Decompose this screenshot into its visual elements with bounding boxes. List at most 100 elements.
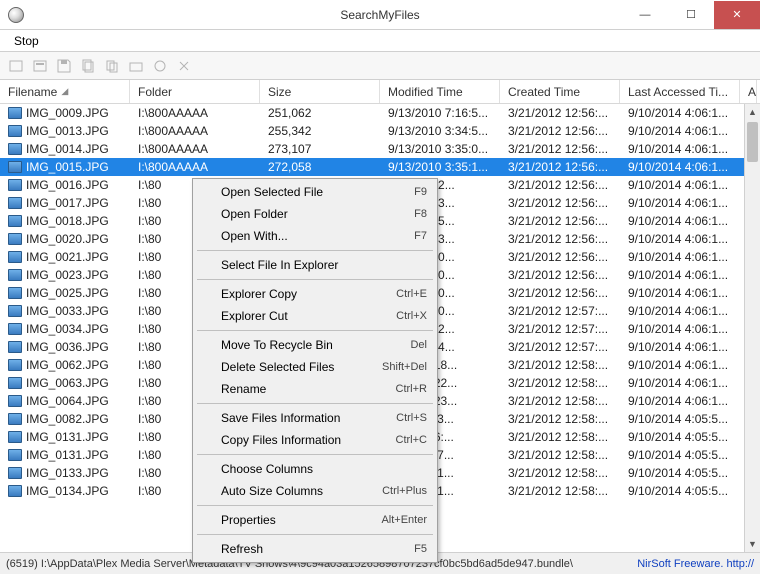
scroll-down-icon[interactable]: ▼: [745, 536, 760, 552]
cell-created: 3/21/2012 12:58:...: [500, 430, 620, 444]
context-menu-label: Move To Recycle Bin: [221, 338, 410, 352]
cell-filename: IMG_0021.JPG: [0, 250, 130, 264]
cell-filename: IMG_0034.JPG: [0, 322, 130, 336]
menu-stop[interactable]: Stop: [6, 32, 47, 50]
cell-created: 3/21/2012 12:58:...: [500, 484, 620, 498]
context-menu-shortcut: F8: [414, 208, 427, 220]
cell-filename: IMG_0131.JPG: [0, 430, 130, 444]
context-menu-shortcut: F7: [414, 230, 427, 242]
cell-filename: IMG_0025.JPG: [0, 286, 130, 300]
cell-accessed: 9/10/2014 4:06:1...: [620, 304, 740, 318]
close-button[interactable]: ✕: [714, 1, 760, 29]
file-icon: [8, 359, 22, 371]
context-menu-item[interactable]: Move To Recycle BinDel: [195, 334, 435, 356]
context-menu-item[interactable]: RefreshF5: [195, 538, 435, 560]
copy-icon[interactable]: [102, 56, 122, 76]
cell-accessed: 9/10/2014 4:06:1...: [620, 358, 740, 372]
file-icon: [8, 449, 22, 461]
context-menu-item[interactable]: Save Files InformationCtrl+S: [195, 407, 435, 429]
cell-created: 3/21/2012 12:58:...: [500, 412, 620, 426]
cell-accessed: 9/10/2014 4:05:5...: [620, 448, 740, 462]
cell-modified: 9/13/2010 3:35:0...: [380, 142, 500, 156]
cell-accessed: 9/10/2014 4:06:1...: [620, 394, 740, 408]
toolbar-btn-8[interactable]: [174, 56, 194, 76]
cell-created: 3/21/2012 12:58:...: [500, 394, 620, 408]
col-accessed[interactable]: Last Accessed Ti...: [620, 80, 740, 103]
toolbar-btn-6[interactable]: [126, 56, 146, 76]
context-menu-shortcut: F5: [414, 543, 427, 555]
context-menu-item[interactable]: Delete Selected FilesShift+Del: [195, 356, 435, 378]
toolbar-btn-4[interactable]: [78, 56, 98, 76]
cell-created: 3/21/2012 12:56:...: [500, 160, 620, 174]
context-menu-item[interactable]: Choose Columns: [195, 458, 435, 480]
cell-accessed: 9/10/2014 4:06:1...: [620, 322, 740, 336]
table-row[interactable]: IMG_0015.JPGI:\800AAAAA272,0589/13/2010 …: [0, 158, 760, 176]
cell-filename: IMG_0082.JPG: [0, 412, 130, 426]
col-filename[interactable]: Filename◢: [0, 80, 130, 103]
col-created[interactable]: Created Time: [500, 80, 620, 103]
context-menu-separator: [197, 505, 433, 506]
vertical-scrollbar[interactable]: ▲ ▼: [744, 104, 760, 552]
save-icon[interactable]: [54, 56, 74, 76]
context-menu-item[interactable]: Copy Files InformationCtrl+C: [195, 429, 435, 451]
col-extra[interactable]: A: [740, 80, 757, 103]
context-menu-item[interactable]: Explorer CopyCtrl+E: [195, 283, 435, 305]
toolbar-btn-7[interactable]: [150, 56, 170, 76]
cell-created: 3/21/2012 12:57:...: [500, 322, 620, 336]
context-menu-label: Open Selected File: [221, 185, 414, 199]
scroll-up-icon[interactable]: ▲: [745, 104, 760, 120]
cell-accessed: 9/10/2014 4:06:1...: [620, 178, 740, 192]
toolbar-btn-1[interactable]: [6, 56, 26, 76]
context-menu-item[interactable]: Open Selected FileF9: [195, 181, 435, 203]
cell-accessed: 9/10/2014 4:06:1...: [620, 214, 740, 228]
table-row[interactable]: IMG_0009.JPGI:\800AAAAA251,0629/13/2010 …: [0, 104, 760, 122]
cell-filename: IMG_0014.JPG: [0, 142, 130, 156]
cell-filename: IMG_0033.JPG: [0, 304, 130, 318]
context-menu-item[interactable]: Explorer CutCtrl+X: [195, 305, 435, 327]
cell-filename: IMG_0016.JPG: [0, 178, 130, 192]
minimize-button[interactable]: —: [622, 1, 668, 29]
cell-accessed: 9/10/2014 4:06:1...: [620, 286, 740, 300]
cell-filename: IMG_0015.JPG: [0, 160, 130, 174]
scroll-thumb[interactable]: [747, 122, 758, 162]
cell-filename: IMG_0036.JPG: [0, 340, 130, 354]
table-row[interactable]: IMG_0013.JPGI:\800AAAAA255,3429/13/2010 …: [0, 122, 760, 140]
context-menu-label: Copy Files Information: [221, 433, 396, 447]
cell-size: 251,062: [260, 106, 380, 120]
context-menu-item[interactable]: PropertiesAlt+Enter: [195, 509, 435, 531]
context-menu-item[interactable]: Open FolderF8: [195, 203, 435, 225]
file-icon: [8, 107, 22, 119]
cell-filename: IMG_0023.JPG: [0, 268, 130, 282]
file-icon: [8, 269, 22, 281]
cell-filename: IMG_0017.JPG: [0, 196, 130, 210]
context-menu-item[interactable]: Open With...F7: [195, 225, 435, 247]
cell-filename: IMG_0063.JPG: [0, 376, 130, 390]
toolbar: [0, 52, 760, 80]
cell-created: 3/21/2012 12:57:...: [500, 304, 620, 318]
context-menu-item[interactable]: RenameCtrl+R: [195, 378, 435, 400]
cell-size: 255,342: [260, 124, 380, 138]
col-folder[interactable]: Folder: [130, 80, 260, 103]
maximize-button[interactable]: ☐: [668, 1, 714, 29]
menubar: Stop: [0, 30, 760, 52]
cell-accessed: 9/10/2014 4:06:1...: [620, 160, 740, 174]
context-menu-shortcut: Ctrl+X: [396, 310, 427, 322]
titlebar: SearchMyFiles — ☐ ✕: [0, 0, 760, 30]
context-menu-separator: [197, 403, 433, 404]
file-icon: [8, 467, 22, 479]
toolbar-btn-2[interactable]: [30, 56, 50, 76]
context-menu-item[interactable]: Select File In Explorer: [195, 254, 435, 276]
file-icon: [8, 125, 22, 137]
context-menu-shortcut: Ctrl+Plus: [382, 485, 427, 497]
context-menu-shortcut: Del: [410, 339, 427, 351]
table-row[interactable]: IMG_0014.JPGI:\800AAAAA273,1079/13/2010 …: [0, 140, 760, 158]
status-right[interactable]: NirSoft Freeware. http://: [637, 558, 754, 570]
file-icon: [8, 143, 22, 155]
col-modified[interactable]: Modified Time: [380, 80, 500, 103]
col-size[interactable]: Size: [260, 80, 380, 103]
cell-folder: I:\800AAAAA: [130, 106, 260, 120]
context-menu-label: Explorer Cut: [221, 309, 396, 323]
cell-accessed: 9/10/2014 4:06:1...: [620, 376, 740, 390]
context-menu-item[interactable]: Auto Size ColumnsCtrl+Plus: [195, 480, 435, 502]
cell-created: 3/21/2012 12:58:...: [500, 466, 620, 480]
